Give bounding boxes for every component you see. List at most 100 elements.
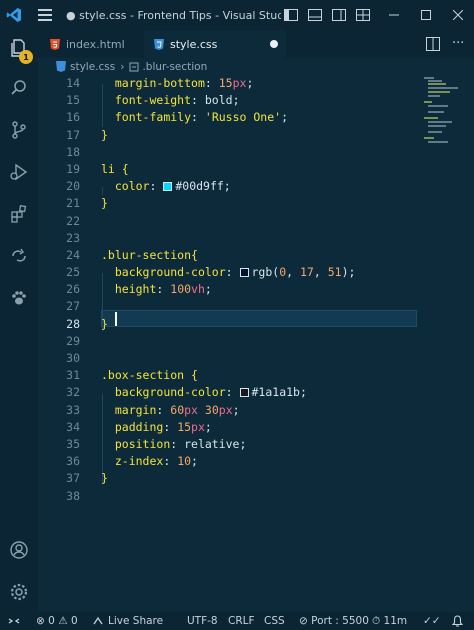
port-label: Port : 5500 (311, 615, 369, 627)
accounts-icon[interactable] (0, 532, 38, 568)
code-line: font-weight: bold; (114, 93, 240, 108)
code-line: position: relative; (114, 436, 247, 451)
line-number-gutter: 14 15 16 17 18 19 20 21 22 23 24 25 26 27 28 29 30 31 32 33… (38, 75, 80, 505)
line-number: 15 (66, 93, 80, 108)
line-number: 33 (66, 402, 80, 417)
tab-label: index.html (66, 37, 125, 51)
line-number: 27 (66, 299, 80, 314)
run-debug-icon[interactable] (0, 154, 38, 190)
prettier-check-icon[interactable]: ✓✓ (423, 612, 441, 630)
breadcrumb-symbol[interactable]: .blur-section (142, 61, 207, 73)
line-number: 35 (66, 436, 80, 451)
live-share-icon (93, 616, 103, 625)
line-number: 32 (66, 385, 80, 400)
live-share-button[interactable]: Live Share (92, 612, 163, 630)
code-line: } (101, 127, 108, 142)
line-number: 28 (66, 316, 80, 331)
live-server-port[interactable]: ⊘ Port : 5500 (299, 612, 369, 630)
toggle-primary-sidebar-icon[interactable] (282, 0, 300, 30)
encoding-indicator[interactable]: UTF-8 (187, 612, 218, 630)
line-number: 14 (66, 76, 80, 90)
search-icon[interactable] (0, 70, 38, 106)
toggle-panel-icon[interactable] (306, 0, 324, 30)
code-line: z-index: 10; (114, 454, 198, 469)
code-line: margin: 60px 30px; (114, 402, 240, 417)
warning-icon: ⚠ (58, 615, 68, 627)
unsaved-dot-icon[interactable] (270, 40, 278, 48)
extensions-icon[interactable] (0, 196, 38, 232)
code-editor[interactable]: 14 15 16 17 18 19 20 21 22 23 24 25 26 27 28 29 30 31 32 33… (38, 75, 474, 612)
line-number: 19 (66, 161, 80, 176)
paw-extension-icon[interactable] (0, 280, 38, 316)
live-share-activity-icon[interactable] (0, 238, 38, 274)
line-number: 17 (66, 127, 80, 142)
remote-indicator-icon[interactable] (8, 612, 20, 630)
text-cursor (115, 312, 117, 326)
line-number: 34 (66, 419, 80, 434)
color-swatch[interactable] (239, 268, 249, 278)
tab-label: style.css (170, 37, 218, 51)
chevron-right-icon: › (120, 60, 125, 73)
breadcrumb-file[interactable]: style.css (70, 61, 115, 73)
split-editor-icon[interactable] (426, 37, 440, 51)
code-line: } (101, 196, 108, 211)
radio-tower-icon: ⊘ (299, 615, 308, 627)
breadcrumb: style.css › .blur-section (38, 58, 474, 75)
css-icon (154, 38, 164, 50)
problems-indicator[interactable]: ⊗ 0 ⚠ 0 (36, 612, 78, 630)
line-number: 23 (66, 230, 80, 245)
minimap[interactable] (422, 75, 474, 235)
code-line: } (101, 471, 108, 486)
html5-icon (50, 38, 60, 50)
code-line: color: #00d9ff; (114, 179, 231, 194)
line-number: 22 (66, 213, 80, 228)
tab-index-html[interactable]: index.html (38, 30, 144, 58)
activity-bar: 1 (0, 30, 38, 612)
code-line: .blur-section{ (101, 247, 198, 262)
error-icon: ⊗ (36, 615, 45, 627)
menu-icon[interactable] (38, 0, 54, 30)
language-mode[interactable]: CSS (264, 612, 285, 630)
line-number: 30 (66, 351, 80, 365)
eol-indicator[interactable]: CRLF (228, 612, 255, 630)
settings-gear-icon[interactable] (0, 574, 38, 610)
line-number: 18 (66, 144, 80, 159)
live-share-label: Live Share (108, 615, 164, 627)
code-line: li { (101, 161, 129, 176)
window-title: ● style.css - Frontend Tips - Visual Stu… (66, 8, 281, 22)
warning-count: 0 (70, 615, 78, 627)
line-number: 25 (66, 265, 80, 280)
color-swatch[interactable] (163, 182, 173, 192)
more-actions-icon[interactable]: ··· (452, 36, 464, 51)
line-number: 36 (66, 454, 80, 469)
minimize-button[interactable] (378, 0, 410, 30)
timer-icon: ⏱ (372, 614, 381, 627)
toggle-secondary-sidebar-icon[interactable] (330, 0, 348, 30)
line-number: 24 (66, 247, 80, 262)
line-number: 16 (66, 110, 80, 125)
line-number: 31 (66, 368, 80, 383)
close-button[interactable] (442, 0, 474, 30)
source-control-icon[interactable] (0, 112, 38, 148)
tab-style-css[interactable]: style.css (144, 30, 286, 58)
title-bar: ● style.css - Frontend Tips - Visual Stu… (0, 0, 474, 30)
notifications-bell-icon[interactable] (452, 612, 463, 630)
customize-layout-icon[interactable] (354, 0, 372, 30)
status-bar: ⊗ 0 ⚠ 0 Live Share UTF-8 CRLF CSS ⊘ Port… (0, 612, 474, 630)
line-number: 29 (66, 333, 80, 348)
color-swatch[interactable] (239, 388, 249, 398)
timer-indicator[interactable]: ⏱ 11m (372, 612, 407, 630)
explorer-icon[interactable]: 1 (0, 30, 38, 66)
css-icon (56, 61, 66, 72)
code-lines: margin-bottom: 15px; font-weight: bold; … (101, 75, 355, 505)
maximize-button[interactable] (410, 0, 442, 30)
symbol-icon (129, 62, 139, 71)
vscode-logo-icon (0, 0, 28, 30)
